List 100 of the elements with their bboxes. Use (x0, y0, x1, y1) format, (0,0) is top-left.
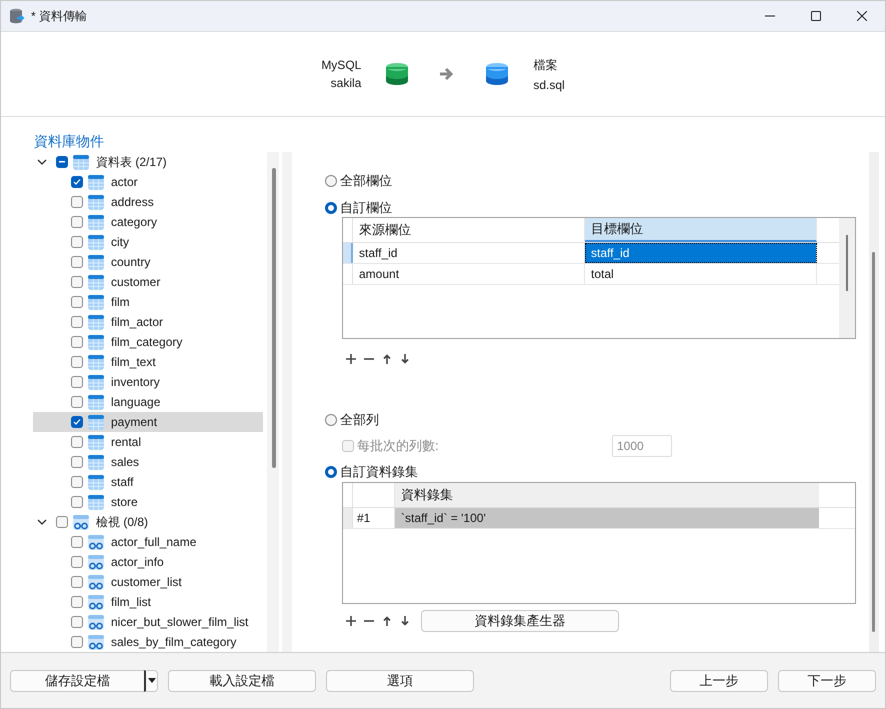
maximize-icon (811, 11, 821, 21)
checkbox[interactable] (71, 636, 83, 648)
table-cell[interactable]: amount (353, 264, 585, 284)
source-type: MySQL (321, 58, 362, 72)
checkbox[interactable] (71, 536, 83, 548)
column-header[interactable]: 資料錄集 (395, 483, 819, 507)
add-icon[interactable] (345, 615, 357, 627)
tree-item[interactable]: rental (33, 432, 263, 452)
section-title: 資料庫物件 (33, 132, 105, 149)
checkbox[interactable] (71, 596, 83, 608)
radio-label[interactable]: 全部欄位 (340, 172, 392, 190)
tree-item[interactable]: film_list (33, 592, 263, 612)
checkbox[interactable] (71, 296, 83, 308)
tree-group-label[interactable]: 資料表 (2/17) (94, 154, 167, 170)
tree-item[interactable]: staff (33, 472, 263, 492)
tree-item[interactable]: country (33, 252, 263, 272)
checkbox[interactable] (71, 336, 83, 348)
minus-icon (59, 161, 65, 163)
dropdown-button[interactable] (144, 670, 158, 692)
checkbox[interactable] (71, 576, 83, 588)
radio-button[interactable] (325, 414, 337, 426)
tree-item[interactable]: nicer_but_slower_film_list (33, 612, 263, 632)
checkbox[interactable] (71, 236, 83, 248)
radio-label[interactable]: 全部列 (340, 411, 379, 429)
checkbox[interactable] (71, 396, 83, 408)
table-icon (87, 174, 105, 190)
checkbox[interactable] (71, 376, 83, 388)
tree-item[interactable]: language (33, 392, 263, 412)
scrollbar[interactable] (267, 152, 279, 652)
radio-button[interactable] (325, 202, 337, 214)
checkbox[interactable] (71, 436, 83, 448)
tree-item[interactable]: customer (33, 272, 263, 292)
checkbox[interactable] (71, 416, 83, 428)
save-profile-button[interactable]: 儲存設定檔 (10, 670, 144, 692)
tree-item[interactable]: address (33, 192, 263, 212)
tree-item[interactable]: category (33, 212, 263, 232)
tree-group-label[interactable]: 檢視 (0/8) (94, 514, 148, 530)
table-icon (87, 354, 105, 370)
target-type: 檔案 (533, 56, 558, 74)
footer-button[interactable]: 下一步 (778, 670, 876, 692)
tree-item[interactable]: film_actor (33, 312, 263, 332)
app-icon (9, 8, 25, 24)
move-down-icon[interactable] (399, 615, 411, 627)
tree-item[interactable]: actor_info (33, 552, 263, 572)
footer-button[interactable]: 上一步 (670, 670, 768, 692)
checkbox[interactable] (56, 156, 68, 168)
radio-button[interactable] (325, 175, 337, 187)
checkbox[interactable] (71, 456, 83, 468)
table-cell[interactable]: staff_id (585, 243, 817, 263)
view-icon (87, 614, 105, 630)
tree-item[interactable]: customer_list (33, 572, 263, 592)
column-header[interactable]: 目標欄位 (585, 218, 817, 242)
checkbox[interactable] (71, 316, 83, 328)
tree-item[interactable]: sales (33, 452, 263, 472)
checkbox[interactable] (71, 216, 83, 228)
radio-label[interactable]: 自訂欄位 (340, 199, 392, 217)
checkbox[interactable] (71, 556, 83, 568)
table-icon (87, 394, 105, 410)
table-icon (87, 334, 105, 350)
tree-item[interactable]: actor (33, 172, 263, 192)
tree-item[interactable]: store (33, 492, 263, 512)
checkbox[interactable] (71, 616, 83, 628)
tree-item[interactable]: film (33, 292, 263, 312)
table-cell[interactable]: `staff_id` = '100' (395, 508, 819, 528)
chevron-down-icon[interactable] (37, 517, 47, 527)
recordset-builder-button[interactable]: 資料錄集產生器 (421, 610, 619, 632)
checkbox[interactable] (71, 176, 83, 188)
tree-item[interactable]: inventory (33, 372, 263, 392)
checkbox[interactable] (71, 196, 83, 208)
checkbox[interactable] (71, 476, 83, 488)
table-icon (87, 234, 105, 250)
table-icon (87, 494, 105, 510)
footer-button[interactable]: 載入設定檔 (168, 670, 316, 692)
radio-label[interactable]: 自訂資料錄集 (340, 463, 418, 481)
table-icon (87, 214, 105, 230)
tree-item[interactable]: city (33, 232, 263, 252)
table-icon (87, 314, 105, 330)
table-icon (87, 454, 105, 470)
tree-item[interactable]: sales_by_film_category (33, 632, 263, 652)
caret-icon (148, 678, 156, 683)
move-down-icon[interactable] (399, 353, 411, 365)
checkbox[interactable] (56, 516, 68, 528)
tree-item[interactable]: actor_full_name (33, 532, 263, 552)
checkbox[interactable] (71, 496, 83, 508)
tree-item[interactable]: payment (33, 412, 263, 432)
checkbox[interactable] (71, 276, 83, 288)
view-icon (87, 554, 105, 570)
footer-button[interactable]: 選項 (326, 670, 474, 692)
move-up-icon[interactable] (381, 615, 393, 627)
tree-item[interactable]: film_text (33, 352, 263, 372)
row-indicator[interactable] (343, 243, 353, 263)
move-up-icon[interactable] (381, 353, 393, 365)
row-header-cell[interactable] (343, 508, 353, 528)
checkbox[interactable] (71, 356, 83, 368)
radio-button[interactable] (325, 466, 337, 478)
add-icon[interactable] (345, 353, 357, 365)
chevron-down-icon[interactable] (37, 157, 47, 167)
table-cell[interactable]: total (585, 264, 817, 284)
tree-item[interactable]: film_category (33, 332, 263, 352)
checkbox[interactable] (71, 256, 83, 268)
